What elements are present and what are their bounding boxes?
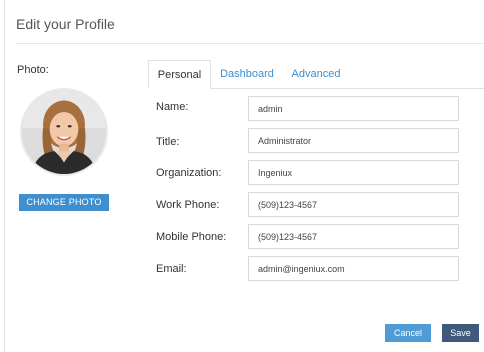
organization-field[interactable] — [248, 160, 459, 185]
name-label: Name: — [156, 101, 189, 113]
save-button[interactable]: Save — [442, 324, 479, 342]
organization-label: Organization: — [156, 167, 222, 179]
title-divider — [16, 43, 484, 44]
mobile-phone-field[interactable] — [248, 224, 459, 249]
dialog-left-border — [4, 0, 5, 352]
tab-dashboard[interactable]: Dashboard — [220, 60, 274, 89]
dialog-title: Edit your Profile — [16, 16, 115, 32]
tab-personal[interactable]: Personal — [148, 60, 211, 89]
work-phone-label: Work Phone: — [156, 199, 220, 211]
title-label: Title: — [156, 136, 180, 148]
name-field[interactable] — [248, 96, 459, 121]
tab-advanced[interactable]: Advanced — [291, 60, 341, 89]
change-photo-button[interactable]: CHANGE PHOTO — [19, 194, 109, 211]
work-phone-field[interactable] — [248, 192, 459, 217]
tabs-underline — [211, 88, 484, 89]
email-field[interactable] — [248, 256, 459, 281]
title-field[interactable] — [248, 128, 459, 153]
photo-label: Photo: — [17, 64, 49, 76]
user-photo-icon — [22, 90, 106, 174]
mobile-phone-label: Mobile Phone: — [156, 231, 227, 243]
email-label: Email: — [156, 263, 187, 275]
cancel-button[interactable]: Cancel — [385, 324, 431, 342]
avatar — [20, 88, 108, 176]
